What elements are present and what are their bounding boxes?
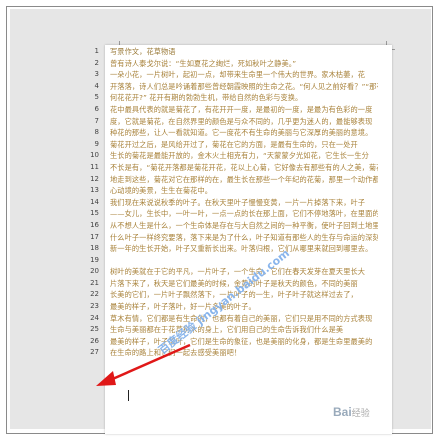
baidu-logo-text: Bai [333, 405, 352, 419]
baidu-logo: Bai经验 [333, 405, 370, 419]
baidu-logo-suffix: 经验 [351, 408, 370, 418]
annotation-arrow-icon [96, 343, 191, 386]
